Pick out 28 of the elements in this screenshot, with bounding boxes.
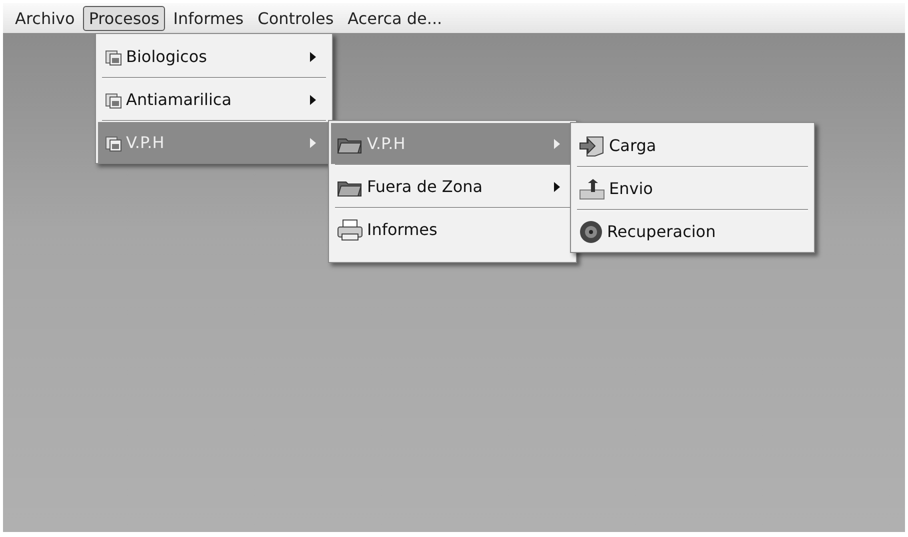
menu-entry-label: Envio bbox=[609, 179, 654, 198]
menu-item[interactable]: Informes bbox=[167, 6, 250, 30]
calendar-icon bbox=[104, 90, 122, 108]
menu-entry-label: Antiamarilica bbox=[126, 90, 233, 109]
menu-entry[interactable]: Envio bbox=[573, 168, 812, 209]
menu-entry[interactable]: Recuperacion bbox=[573, 211, 812, 252]
calendar-icon bbox=[104, 48, 122, 66]
menu-item[interactable]: Controles bbox=[252, 6, 340, 30]
menu-entry-label: V.P.H bbox=[126, 133, 166, 152]
menu-item[interactable]: Archivo bbox=[9, 6, 81, 30]
menu-item[interactable]: Procesos bbox=[82, 6, 166, 30]
menu-entry[interactable]: Fuera de Zona bbox=[331, 166, 574, 207]
calendar-icon bbox=[104, 134, 122, 152]
upload-icon bbox=[579, 178, 605, 200]
menu-entry-label: Informes bbox=[367, 220, 438, 239]
menu-entry[interactable]: Biologicos bbox=[98, 36, 330, 77]
menu-entry-label: Biologicos bbox=[126, 47, 208, 66]
menu-entry-label: Recuperacion bbox=[607, 222, 717, 241]
disc-icon bbox=[579, 220, 603, 244]
menu-entry[interactable]: Carga bbox=[573, 125, 812, 166]
import-icon bbox=[579, 134, 605, 156]
menu-entry[interactable]: Antiamarilica bbox=[98, 79, 330, 120]
menu-entry-label: V.P.H bbox=[367, 134, 406, 153]
printer-icon bbox=[337, 218, 363, 240]
menu-entry[interactable]: Informes bbox=[331, 209, 574, 250]
menu-entry-label: Carga bbox=[609, 136, 658, 155]
menu-entry-label: Fuera de Zona bbox=[367, 177, 484, 196]
menu-item[interactable]: Acerca de... bbox=[342, 6, 448, 30]
